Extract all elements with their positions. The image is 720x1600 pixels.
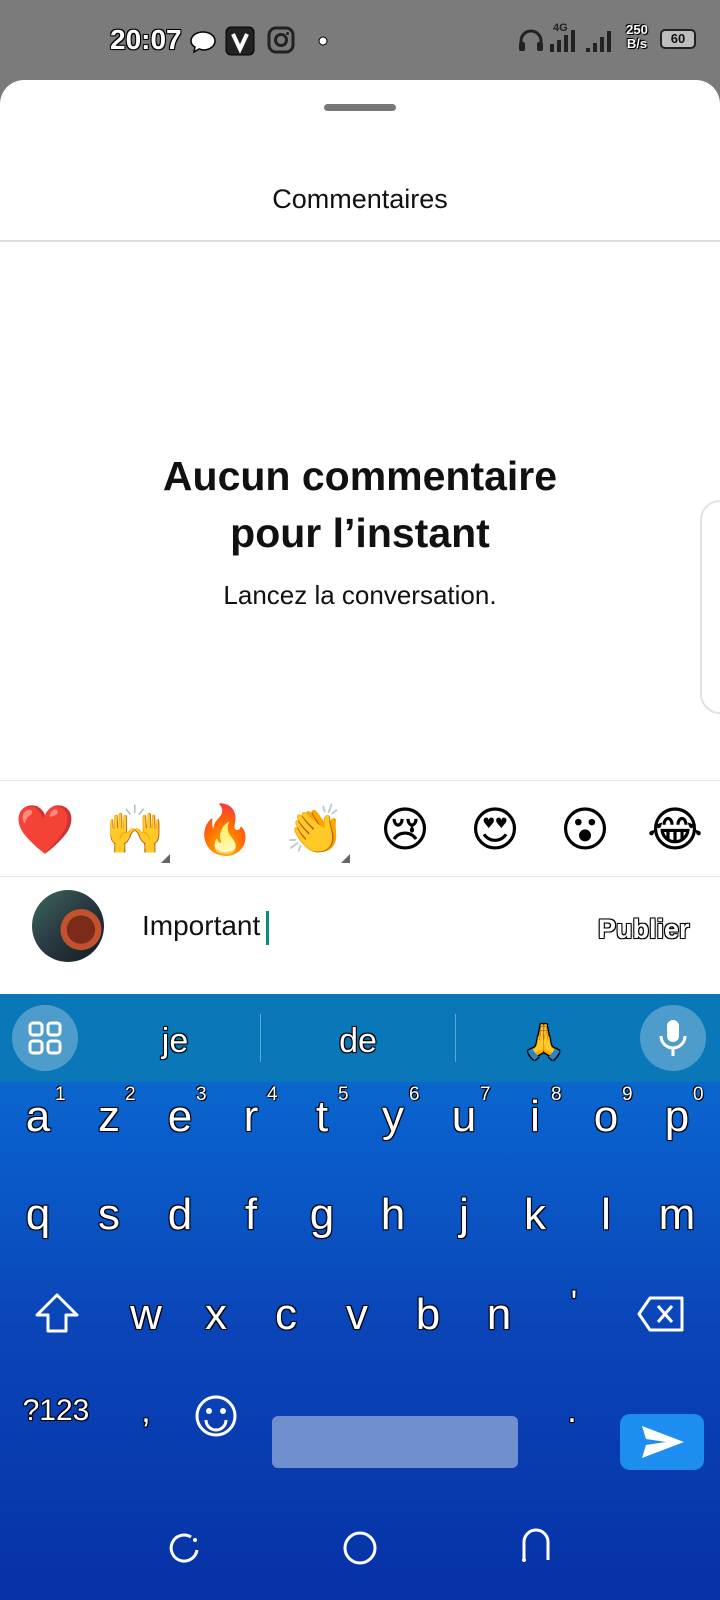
status-time: 20:07 (110, 24, 182, 55)
suggestion-3[interactable]: 🙏 (484, 1022, 604, 1062)
key-j[interactable]: j (434, 1190, 494, 1240)
home-button[interactable] (340, 1528, 380, 1568)
grid-icon (28, 1021, 62, 1055)
home-icon (343, 1531, 377, 1565)
space-bar[interactable] (272, 1416, 518, 1468)
key-comma[interactable]: , (116, 1392, 176, 1431)
dot-icon (318, 36, 328, 46)
key-hint-6: 6 (409, 1084, 420, 1105)
battery-icon: 60 (660, 29, 696, 49)
battery-level: 60 (670, 31, 686, 46)
microphone-icon (659, 1020, 687, 1056)
comment-composer: Important Publier (0, 876, 720, 994)
key-hint-0: 0 (693, 1084, 704, 1105)
speed-unit: B/s (626, 36, 648, 51)
suggestion-separator (455, 1014, 456, 1062)
key-v[interactable]: v (327, 1290, 387, 1340)
key-hint-3: 3 (196, 1084, 207, 1105)
v-app-icon (225, 26, 255, 56)
key-hint-2: 2 (125, 1084, 136, 1105)
suggestion-separator (260, 1014, 261, 1062)
key-hint-1: 1 (55, 1084, 66, 1105)
quick-reactions-bar: ❤️ 🙌 🔥 👏 😢 😍 😮 😂 (0, 780, 720, 877)
instagram-icon (267, 26, 295, 54)
send-icon (642, 1426, 684, 1458)
header-divider (0, 240, 720, 242)
key-g[interactable]: g (292, 1190, 352, 1240)
empty-state-title: Aucun commentaire pour l’instant (0, 448, 720, 562)
key-hint-5: 5 (338, 1084, 349, 1105)
avatar (32, 890, 104, 962)
reaction-heart-eyes[interactable]: 😍 (463, 805, 527, 857)
suggestion-2[interactable]: de (298, 1022, 418, 1061)
send-button[interactable] (620, 1414, 704, 1470)
skin-tone-indicator (341, 854, 350, 863)
suggestion-1[interactable]: je (115, 1022, 235, 1061)
symbols-key[interactable]: ?123 (18, 1394, 94, 1428)
skin-tone-indicator (161, 854, 170, 863)
soft-keyboard: je de 🙏 a z e r t y u i o p 1 2 3 4 5 6 … (0, 994, 720, 1600)
reaction-fire[interactable]: 🔥 (193, 805, 257, 857)
smiley-icon (195, 1395, 237, 1437)
status-bar: 20:07 4G 250 B/s 60 (0, 0, 720, 80)
shift-key[interactable] (30, 1290, 84, 1336)
comment-input[interactable]: Important (142, 910, 270, 945)
key-k[interactable]: k (505, 1190, 565, 1240)
comment-input-text: Important (142, 910, 261, 941)
key-d[interactable]: d (150, 1190, 210, 1240)
key-m[interactable]: m (647, 1190, 707, 1240)
key-l[interactable]: l (576, 1190, 636, 1240)
voice-input-button[interactable] (640, 1005, 706, 1071)
drag-handle[interactable] (324, 104, 396, 111)
key-x[interactable]: x (186, 1290, 246, 1340)
chat-bubble-icon (190, 31, 216, 54)
text-caret (266, 910, 270, 945)
reaction-surprised[interactable]: 😮 (553, 805, 617, 857)
key-c[interactable]: c (256, 1290, 316, 1340)
key-w[interactable]: w (116, 1290, 176, 1340)
navigation-bar (0, 1494, 720, 1600)
sheet-title: Commentaires (272, 184, 448, 214)
network-speed: 250 B/s (622, 23, 652, 51)
speed-value: 250 (626, 22, 648, 37)
key-s[interactable]: s (79, 1190, 139, 1240)
reaction-heart[interactable]: ❤️ (13, 805, 77, 857)
key-h[interactable]: h (363, 1190, 423, 1240)
shift-icon (35, 1293, 79, 1333)
key-q[interactable]: q (8, 1190, 68, 1240)
key-hint-9: 9 (622, 1084, 633, 1105)
reaction-raised-hands[interactable]: 🙌 (103, 805, 167, 857)
key-hint-4: 4 (267, 1084, 278, 1105)
reaction-clapping-hands[interactable]: 👏 (283, 805, 347, 857)
signal-icon (586, 31, 611, 52)
key-b[interactable]: b (398, 1290, 458, 1340)
key-hint-8: 8 (551, 1084, 562, 1105)
backspace-key[interactable] (636, 1294, 686, 1334)
comments-sheet: Commentaires Aucun commentaire pour l’in… (0, 80, 720, 994)
back-icon (522, 1528, 550, 1562)
headphones-icon (519, 29, 543, 51)
key-n[interactable]: n (469, 1290, 529, 1340)
edge-panel-handle[interactable] (700, 500, 720, 714)
reaction-laughing[interactable]: 😂 (643, 805, 707, 857)
recents-icon (169, 1533, 199, 1563)
empty-state-subtitle: Lancez la conversation. (223, 580, 497, 610)
key-period[interactable]: . (542, 1392, 602, 1431)
publish-button[interactable]: Publier (598, 914, 690, 945)
recents-button[interactable] (164, 1528, 204, 1568)
key-hint-7: 7 (480, 1084, 491, 1105)
backspace-icon (637, 1296, 684, 1332)
key-f[interactable]: f (221, 1190, 281, 1240)
suggestion-bar: je de 🙏 (0, 994, 720, 1082)
empty-title-line2: pour l’instant (230, 510, 490, 556)
emoji-key[interactable] (194, 1394, 238, 1438)
empty-title-line1: Aucun commentaire (162, 453, 558, 499)
keyboard-menu-button[interactable] (12, 1005, 78, 1071)
key-apostrophe[interactable]: ' (544, 1284, 604, 1323)
back-button[interactable] (516, 1526, 556, 1566)
signal-4g-icon (550, 30, 575, 52)
reaction-crying[interactable]: 😢 (373, 805, 437, 857)
